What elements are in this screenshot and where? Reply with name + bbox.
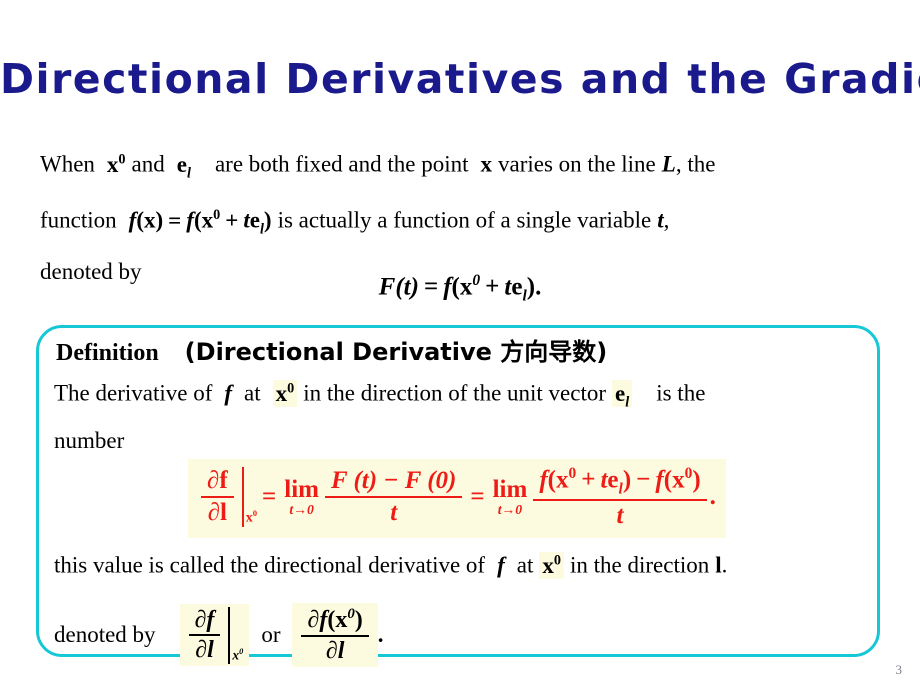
def-text-at: at [244,380,261,406]
evaluation-point-x0: x0 [245,507,258,526]
equals-sign-2: = [470,483,485,511]
vector-x-inline: x [480,151,493,177]
def-text-direction-unit-vector: in the direction of the unit vector [303,380,607,406]
intro-text-the: , the [675,151,716,177]
numerator-F-difference: F (t) − F (0) [325,467,463,499]
partial-derivative-evaluated: ∂f ∂l x0 [198,467,258,528]
denominator-partial-l: ∂l [325,637,345,664]
notation-form-two: ∂f(x0) ∂l [292,603,378,667]
centered-equation: F(t) = f(x0 + tel). [0,272,920,305]
partial-f-x0-over-partial-l: ∂f(x0) ∂l [301,606,369,665]
lim-keyword: lim [284,476,319,503]
partial-f-over-partial-l: ∂f ∂l [188,607,221,665]
numerator-partial-f: ∂f [188,607,221,637]
function-f-symbol: f [224,380,233,406]
denominator-t: t [616,501,624,529]
function-f-symbol-2: f [186,207,194,233]
superscript-zero: 0 [213,207,221,224]
page-number: 3 [895,662,903,677]
definition-line-4: denoted by ∂f ∂l x0 or ∂f(x0) ∂l . [54,603,384,667]
superscript-zero: 0 [472,272,481,289]
def-text-is-the: is the [656,380,706,406]
intro-text-when: When [40,151,95,177]
denominator-partial-l: ∂l [207,499,227,527]
def-text-in-the-direction: in the direction [570,552,710,578]
function-f-symbol: f [497,552,505,578]
difference-quotient-f: f(x0 + tel) − f(x0) t [533,465,707,530]
equals-sign-1: = [262,483,277,511]
limit-operator-2: lim t→0 [492,476,528,518]
definition-label: Definition [56,340,159,366]
plus-sign: + [225,207,239,233]
definition-line-3: this value is called the directional der… [54,551,728,579]
def-text-derivative-of: The derivative of [54,380,213,406]
denominator-partial-l: ∂l [195,637,214,664]
definition-line-1: The derivative of f at x0 in the direction o… [54,379,874,411]
highlighted-point-x0: x0 [272,379,298,407]
argument-close: ) [263,207,272,233]
intro-text-single-variable: is actually a function of a single varia… [277,207,652,233]
notation-form-one: ∂f ∂l x0 [179,603,250,667]
unit-vector-e: e [511,273,523,301]
capital-F: F [378,273,396,301]
function-f: f [443,273,452,301]
intro-line-2: function f(x) = f(x0 + tel) is actually a func… [40,194,900,250]
equals-sign: = [423,273,439,301]
argument-x: (x) [136,207,164,233]
page-title: Directional Derivatives and the Gradient [0,55,920,103]
unit-vector-el-inline: el [176,151,191,182]
highlighted-point-x0: x0 [539,551,564,579]
lim-keyword: lim [492,476,528,503]
slide-canvas: { "slide": { "title": "Directional Deriv… [0,0,920,690]
denominator-t: t [390,499,398,527]
evaluation-point-x0: x0 [232,646,244,663]
unit-vector-e: e [249,207,260,233]
highlighted-unit-vector-el: el [612,379,633,410]
intro-line-1: When x0 and el are both fixed and the point x… [40,138,900,194]
def-period: . [721,552,728,578]
arg-open: (x [451,273,473,301]
vector-x0-inline: x0 [106,151,126,177]
intro-comma: , [663,207,670,233]
def-text-denoted-by: denoted by [54,621,156,647]
arg-close: ). [526,273,542,301]
difference-quotient-F: F (t) − F (0) t [325,467,463,527]
definition-heading: Definition (Directional Derivative 方向导数) [56,332,607,367]
limit-condition: t→0 [289,502,314,518]
plus-sign: + [485,273,500,301]
intro-text-fixed: are both fixed and the point [214,151,469,177]
def-text-or: or [261,621,281,647]
definition-heading-parenthetical: (Directional Derivative 方向导数) [184,338,608,366]
limit-condition: t→0 [497,502,523,518]
trailing-period: . [709,483,716,511]
limit-operator-1: lim t→0 [284,476,319,518]
definition-line-2: number [54,428,125,453]
of-t: (t) [395,273,419,301]
intro-text-function: function [40,207,117,233]
def-trailing-period: . [377,621,384,647]
def-text-at: at [516,552,534,578]
numerator-partial-f-x0: ∂f(x0) [301,606,369,637]
intro-paragraph: When x0 and el are both fixed and the point x… [40,138,900,293]
directional-derivative-equation: ∂f ∂l x0 = lim t→0 F (t) − F (0) t = lim… [188,459,726,538]
partial-f-over-partial-l: ∂f ∂l [201,467,234,527]
intro-text-varies: varies on the line [498,151,656,177]
numerator-partial-f: ∂f [201,467,234,499]
argument-open: (x [193,207,214,233]
def-text-this-value: this value is called the directional der… [54,552,486,578]
equals-sign: = [168,207,182,233]
numerator-f-difference: f(x0 + tel) − f(x0) [533,465,707,501]
line-L-symbol: L [661,151,676,177]
intro-text-and: and [131,151,165,177]
